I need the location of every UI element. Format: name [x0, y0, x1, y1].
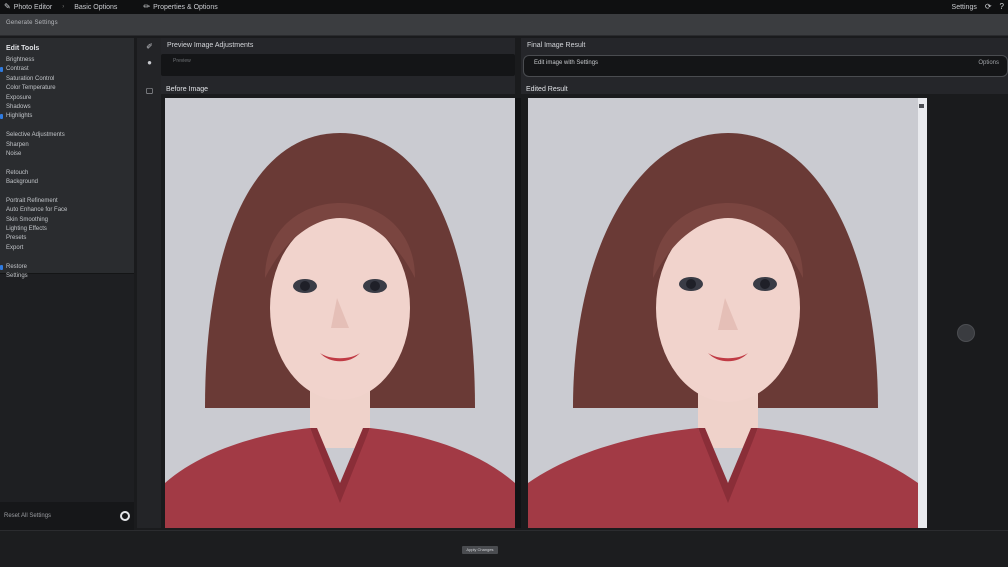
sidebar-item[interactable]: Brightness [0, 56, 134, 65]
info-icon[interactable]: ? [1000, 3, 1004, 11]
sidebar-item-label: Export [6, 244, 24, 251]
sidebar-item[interactable]: Restore [0, 263, 134, 272]
left-panel: Preview Image Adjustments Preview [161, 38, 515, 94]
image-icon[interactable]: ▢ [145, 86, 154, 95]
sidebar-item[interactable] [0, 253, 134, 262]
app-brand[interactable]: ✎ Photo Editor [4, 3, 52, 11]
right-input-value: Edit image with Settings [534, 60, 599, 66]
brush-icon[interactable]: ✐ [145, 42, 154, 51]
scrollbar-thumb[interactable] [919, 104, 924, 108]
sidebar-item[interactable]: Shadows [0, 103, 134, 112]
sidebar-item[interactable]: Color Temperature [0, 84, 134, 93]
pencil-icon: ✏ [143, 2, 151, 11]
sidebar-item[interactable]: Settings [0, 272, 134, 281]
brand-label: Photo Editor [13, 3, 53, 11]
sidebar-item-label: Contrast [6, 66, 29, 73]
accent-marker-icon [0, 114, 3, 120]
sidebar-item[interactable]: Lighting Effects [0, 225, 134, 234]
sidebar-item[interactable]: Presets [0, 234, 134, 243]
tools-label: Properties & Options [153, 3, 218, 11]
floating-action-button[interactable] [957, 324, 975, 342]
sidebar-item-label: Sharpen [6, 141, 29, 148]
right-input[interactable]: Edit image with Settings Options [523, 55, 1008, 77]
sidebar-item[interactable]: Saturation Control [0, 75, 134, 84]
sidebar-item[interactable]: Export [0, 244, 134, 253]
dot-icon[interactable]: ● [145, 58, 154, 67]
sidebar-item[interactable]: Exposure [0, 94, 134, 103]
edit-icon: ✎ [4, 2, 11, 11]
before-image-viewer[interactable] [165, 98, 515, 528]
sidebar-item-label: Color Temperature [6, 85, 56, 92]
sidebar-item-label: Settings [6, 272, 28, 279]
portrait-before-image [165, 98, 515, 528]
right-input-trail: Options [978, 60, 999, 66]
sidebar-item-label: Presets [6, 235, 27, 242]
sidebar-item-label: Noise [6, 150, 22, 157]
left-input-placeholder: Preview [173, 58, 191, 64]
sidebar: Edit Tools Brightness Contrast Saturation … [0, 38, 134, 530]
sidebar-tools-panel: Edit Tools Brightness Contrast Saturation … [0, 38, 134, 279]
right-panel-title: Final Image Result [527, 42, 586, 49]
crumb-label: Basic Options [74, 3, 118, 11]
breadcrumb[interactable]: Basic Options [74, 4, 117, 11]
cycle-icon[interactable] [120, 511, 130, 521]
top-right-actions: Settings ⟳ ? [952, 3, 1004, 11]
accent-marker-icon [0, 67, 3, 73]
sidebar-item[interactable]: Auto Enhance for Face [0, 206, 134, 215]
tool-gutter: ✐ ● ▢ [137, 38, 161, 528]
reset-label[interactable]: Reset All Settings [4, 513, 51, 519]
viewer-divider[interactable] [515, 98, 521, 528]
sidebar-footer: Reset All Settings [0, 502, 134, 530]
sidebar-item-label: Exposure [6, 94, 32, 101]
sidebar-item[interactable] [0, 159, 134, 168]
sidebar-item[interactable] [0, 187, 134, 196]
toolbar-ribbon: Generate Settings [0, 14, 1008, 36]
apply-button[interactable]: Apply Changes [462, 546, 498, 554]
left-viewer-label: Before Image [166, 86, 209, 93]
accent-marker-icon [0, 264, 3, 270]
sidebar-item[interactable]: Sharpen [0, 141, 134, 150]
refresh-icon[interactable]: ⟳ [985, 3, 992, 11]
sidebar-item[interactable]: Selective Adjustments [0, 131, 134, 140]
left-input[interactable]: Preview [161, 54, 515, 76]
sidebar-item[interactable] [0, 122, 134, 131]
sidebar-item[interactable]: Portrait Refinement [0, 197, 134, 206]
sidebar-item-label: Auto Enhance for Face [6, 207, 68, 214]
sidebar-item-label: Selective Adjustments [6, 132, 65, 139]
portrait-result-image [528, 98, 918, 528]
sidebar-item-label: Retouch [6, 169, 29, 176]
sidebar-item-label: Skin Smoothing [6, 216, 49, 223]
sidebar-item-label: Brightness [6, 57, 35, 63]
right-viewer-label: Edited Result [526, 86, 568, 93]
sidebar-item[interactable]: Retouch [0, 169, 134, 178]
result-scrollbar[interactable] [918, 98, 927, 528]
sidebar-item[interactable]: Noise [0, 150, 134, 159]
sidebar-item[interactable]: Background [0, 178, 134, 187]
ribbon-subtitle: Generate Settings [6, 20, 58, 26]
sidebar-item-label: Portrait Refinement [6, 197, 58, 204]
sidebar-title: Edit Tools [6, 45, 40, 52]
sidebar-item-label: Restore [6, 263, 28, 270]
sidebar-item-label: Saturation Control [6, 75, 55, 82]
left-panel-title: Preview Image Adjustments [167, 42, 254, 49]
sidebar-item-label: Shadows [6, 103, 31, 110]
sidebar-item-label: Background [6, 179, 39, 186]
sidebar-item[interactable]: Highlights [0, 112, 134, 121]
sidebar-item[interactable]: Skin Smoothing [0, 216, 134, 225]
sidebar-item[interactable]: Contrast [0, 65, 134, 74]
separator-icon: › [62, 4, 65, 10]
settings-label[interactable]: Settings [952, 4, 977, 11]
sidebar-list: Brightness Contrast Saturation Control Colo… [0, 56, 134, 281]
sidebar-item-label: Lighting Effects [6, 226, 47, 233]
result-image-viewer[interactable] [528, 98, 918, 528]
top-bar: ✎ Photo Editor › Basic Options ✏ Propert… [0, 0, 1008, 14]
sidebar-item-label: Highlights [6, 113, 33, 120]
bottom-bar: Apply Changes [0, 530, 1008, 567]
tools-menu[interactable]: ✏ Properties & Options [143, 3, 217, 11]
